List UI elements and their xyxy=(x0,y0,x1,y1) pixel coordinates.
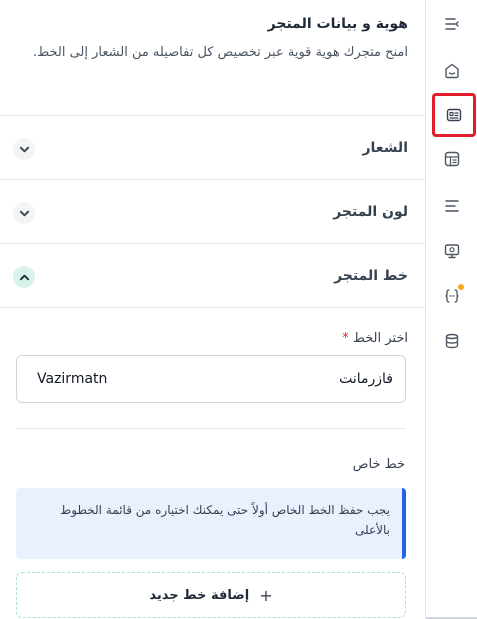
section-logo[interactable]: الشعار xyxy=(0,115,425,179)
font-select-label-text: اختر الخط xyxy=(352,331,408,346)
plus-icon: + xyxy=(259,585,273,605)
section-store-color-label: لون المتجر xyxy=(333,204,408,220)
font-select-value-en: Vazirmatn xyxy=(37,371,108,387)
page-description: امنح متجرك هوية قوية عبر تخصيص كل تفاصيل… xyxy=(33,45,408,60)
font-select-value-ar: فازرمانت xyxy=(339,371,393,387)
settings-panel: هوية و بيانات المتجر امنح متجرك هوية قوي… xyxy=(0,0,425,619)
code-icon[interactable] xyxy=(436,280,468,312)
icon-rail xyxy=(425,0,477,619)
collapse-icon[interactable] xyxy=(436,8,468,40)
section-divider xyxy=(0,307,425,308)
custom-font-notice: يجب حفظ الخط الخاص أولاً حتى يمكنك اختيا… xyxy=(16,488,406,559)
section-logo-label: الشعار xyxy=(362,140,408,156)
settings-monitor-icon[interactable] xyxy=(436,235,468,267)
layout-icon[interactable] xyxy=(436,143,468,175)
required-mark: * xyxy=(342,331,349,346)
chevron-up-icon[interactable] xyxy=(13,266,35,288)
font-select-label: اختر الخط * xyxy=(342,331,408,346)
chevron-down-icon[interactable] xyxy=(13,138,35,160)
section-store-font[interactable]: خط المتجر xyxy=(0,243,425,307)
notification-dot xyxy=(458,284,464,290)
app-root: هوية و بيانات المتجر امنح متجرك هوية قوي… xyxy=(0,0,477,619)
section-store-color[interactable]: لون المتجر xyxy=(0,179,425,243)
home-icon[interactable] xyxy=(436,55,468,87)
page-title: هوية و بيانات المتجر xyxy=(267,16,408,32)
panel-header: هوية و بيانات المتجر امنح متجرك هوية قوي… xyxy=(10,16,408,64)
add-font-button[interactable]: + إضافة خط جديد xyxy=(16,572,406,618)
divider xyxy=(16,428,406,429)
database-icon[interactable] xyxy=(436,325,468,357)
list-icon[interactable] xyxy=(436,190,468,222)
add-font-button-label: إضافة خط جديد xyxy=(149,587,250,603)
identity-card-icon[interactable] xyxy=(432,93,476,137)
font-select[interactable]: فازرمانت Vazirmatn xyxy=(16,355,406,403)
chevron-down-icon[interactable] xyxy=(13,202,35,224)
section-store-font-label: خط المتجر xyxy=(334,268,408,284)
custom-font-label: خط خاص xyxy=(352,457,405,472)
